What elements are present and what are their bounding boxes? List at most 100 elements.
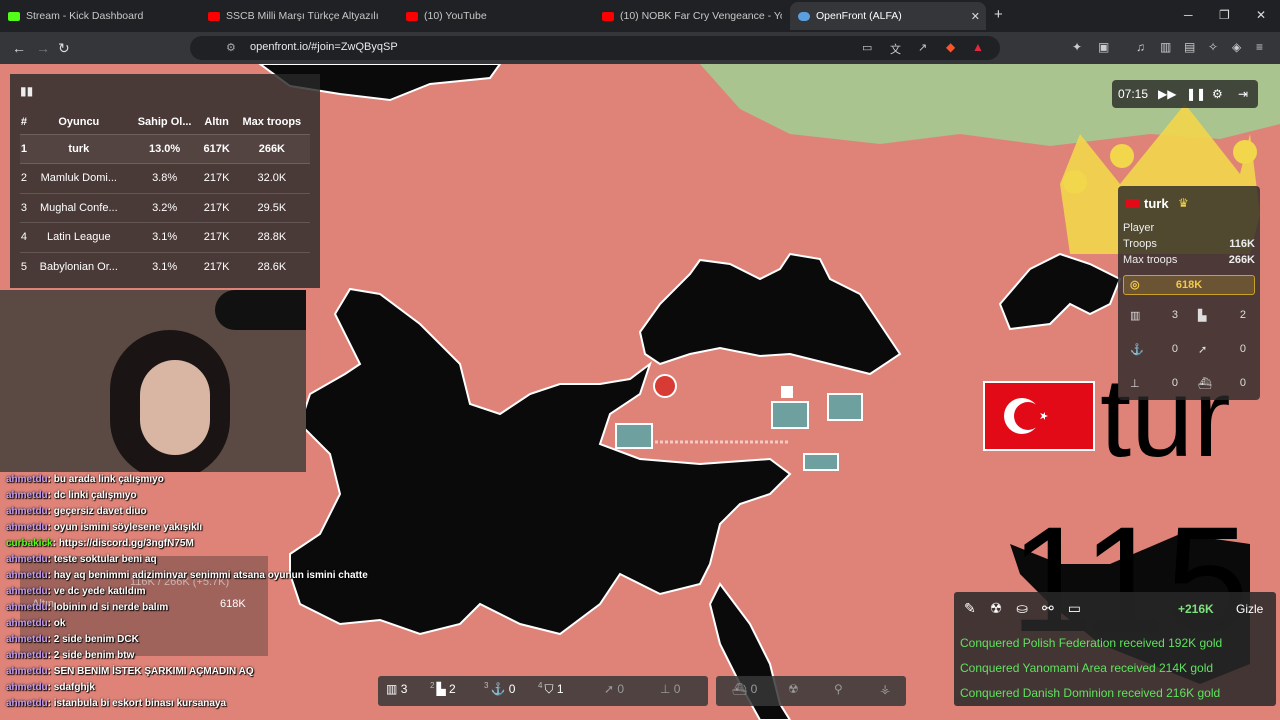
browser-tab-bar: Stream - Kick Dashboard SSCB Milli Marşı…: [0, 0, 1280, 32]
settings-icon[interactable]: ⚙: [1212, 87, 1223, 101]
hide-events-button[interactable]: Gizle: [1236, 602, 1263, 616]
tab-nobk[interactable]: (10) NOBK Far Cry Vengeance - YouT: [602, 4, 782, 28]
chat-message: ahmetdu: ok: [6, 618, 66, 629]
alliance-filter-icon[interactable]: ⚯: [1042, 600, 1068, 616]
attack-filter-icon[interactable]: ✎: [964, 600, 990, 616]
table-row[interactable]: 1 turk 13.0% 617K 266K: [20, 133, 310, 164]
table-row[interactable]: 4 Latin League 3.1% 217K 28.8K: [20, 222, 310, 252]
build-warship-button[interactable]: ⛴ 0: [732, 682, 757, 696]
tab-title: Stream - Kick Dashboard: [26, 10, 144, 22]
youtube-icon: [406, 11, 418, 21]
pause-icon[interactable]: ❚❚: [1186, 87, 1206, 101]
player-type: Player: [1123, 222, 1155, 234]
omnibox[interactable]: ⚙ openfront.io/#join=ZwQByqSP ▭ 文 ↗ ◆ ▲: [190, 36, 1000, 60]
leaderboard-table: # Oyuncu Sahip Ol... Altın Max troops 1 …: [20, 110, 310, 282]
caspian-sea: [998, 252, 1122, 331]
restore-icon[interactable]: ❐: [1219, 8, 1230, 22]
site-info-icon[interactable]: ⚙: [226, 41, 236, 54]
sidebar-icon[interactable]: ▥: [1160, 40, 1171, 54]
tab-youtube[interactable]: (10) YouTube: [406, 4, 596, 28]
nuke-filter-icon[interactable]: ☢: [990, 600, 1017, 616]
factory-icon: ▙: [1198, 310, 1207, 322]
back-icon[interactable]: ←: [12, 40, 26, 56]
brave-shield-icon[interactable]: ◆: [946, 40, 955, 54]
mirv-button[interactable]: ⚲: [834, 682, 843, 696]
col-gold[interactable]: Altın: [200, 110, 234, 134]
tab-title: (10) NOBK Far Cry Vengeance - YouT: [620, 10, 782, 22]
table-row[interactable]: 5 Babylonian Or... 3.1% 217K 28.6K: [20, 251, 310, 282]
exit-icon[interactable]: ⇥: [1238, 87, 1248, 101]
game-timer: 07:15: [1118, 87, 1149, 101]
hydrogen-bomb-button[interactable]: ⚶: [880, 682, 890, 696]
chat-message: ahmetdu: 2 side benim btw: [6, 650, 135, 661]
building-city: ▥ 3: [1130, 309, 1178, 322]
crown-icon: ♛: [1178, 196, 1189, 210]
chat-message: ahmetdu: lobinin ıd si nerde balım: [6, 602, 169, 613]
trade-filter-icon[interactable]: ⛀: [1016, 600, 1042, 616]
close-window-icon[interactable]: ✕: [1256, 8, 1266, 22]
tab-kick[interactable]: Stream - Kick Dashboard: [8, 4, 203, 28]
leaderboard-icon[interactable]: ▮▮: [20, 84, 33, 98]
extensions-icon[interactable]: ✦: [1072, 40, 1082, 54]
brave-rewards-icon[interactable]: ▲: [972, 40, 984, 54]
game-controls: 07:15 ▶▶ ❚❚ ⚙ ⇥: [1112, 80, 1258, 108]
tab-sscb[interactable]: SSCB Milli Marşı Türkçe Altyazılı: [208, 4, 403, 28]
music-icon[interactable]: ♫: [1136, 40, 1145, 54]
build-factory-button[interactable]: 2 ▙ 2: [430, 681, 456, 696]
crown-ball: [1063, 170, 1087, 194]
share-icon[interactable]: ↗: [918, 41, 927, 54]
col-owned[interactable]: Sahip Ol...: [130, 110, 200, 134]
wallet-icon[interactable]: ▣: [1098, 40, 1109, 54]
fast-forward-icon[interactable]: ▶▶: [1158, 87, 1176, 101]
tab-title: (10) YouTube: [424, 10, 487, 22]
minimize-icon[interactable]: ─: [1184, 8, 1193, 22]
youtube-icon: [602, 11, 614, 21]
building-warship: ⛴ 0: [1198, 377, 1246, 390]
tab-openfront[interactable]: OpenFront (ALFA) ✕: [790, 2, 986, 30]
translate-icon[interactable]: 文: [890, 41, 901, 57]
kick-icon: [8, 11, 20, 21]
forward-icon[interactable]: →: [36, 40, 50, 56]
chat-filter-icon[interactable]: ▭: [1068, 600, 1095, 616]
chat-message: ahmetdu: sdafghjk: [6, 682, 95, 693]
new-tab-button[interactable]: +: [994, 6, 1003, 23]
reload-icon[interactable]: ↻: [58, 40, 70, 57]
building-missile-silo: ➚ 0: [1198, 343, 1246, 356]
missile-silo-icon: ➚: [1198, 344, 1208, 356]
stream-chat: ahmetdu: bu arada link çalışmıyo ahmetdu…: [0, 472, 420, 720]
build-port-button[interactable]: 3 ⚓ 0: [484, 681, 515, 696]
cast-icon[interactable]: ▭: [862, 41, 872, 54]
build-city-button[interactable]: ▥ 3: [386, 682, 407, 696]
event-message: Conquered Danish Dominion received 216K …: [960, 686, 1221, 700]
url-text[interactable]: openfront.io/#join=ZwQByqSP: [250, 41, 398, 53]
build-defense-button[interactable]: 4 ⛉ 1: [538, 681, 564, 697]
city-structure: [771, 401, 809, 429]
col-rank: #: [20, 115, 28, 128]
col-max-troops[interactable]: Max troops: [234, 110, 310, 134]
city-structure: [827, 393, 863, 421]
globe-icon: [798, 11, 810, 21]
shield-icon: ⛉: [544, 682, 554, 696]
build-missile-button[interactable]: ➚ 0: [604, 682, 624, 696]
officer-hat: [215, 290, 306, 330]
wallet2-icon[interactable]: ▤: [1184, 40, 1195, 54]
chat-message: ahmetdu: 2 side benim DCK: [6, 634, 139, 645]
table-row[interactable]: 3 Mughal Confe... 3.2% 217K 29.5K: [20, 192, 310, 223]
col-player[interactable]: Oyuncu: [28, 110, 130, 134]
leaderboard-panel: ▮▮ # Oyuncu Sahip Ol... Altın Max troops…: [10, 74, 320, 288]
hydrogen-icon: ⚶: [880, 682, 891, 696]
close-tab-icon[interactable]: ✕: [971, 10, 980, 23]
leo-icon[interactable]: ✧: [1208, 40, 1218, 54]
build-sam-button[interactable]: ⊥ 0: [660, 682, 680, 696]
nuke-button[interactable]: ☢: [788, 682, 799, 696]
warship-icon: ⛴: [1198, 378, 1212, 390]
city-icon: ▥: [1130, 310, 1141, 322]
vpn-icon[interactable]: ◈: [1232, 40, 1241, 54]
chat-message: ahmetdu: SEN BENİM İSTEK ŞARKIMI AÇMADIN…: [6, 666, 254, 677]
factory-icon: ▙: [436, 682, 446, 696]
table-row[interactable]: 2 Mamluk Domi... 3.8% 217K 32.0K: [20, 163, 310, 193]
menu-icon[interactable]: ≡: [1256, 40, 1263, 54]
warship-icon: ⛴: [732, 682, 748, 696]
chat-message: ahmetdu: dc linki çalışmıyo: [6, 490, 137, 501]
chat-message: ahmetdu: hay aq benimmi adiziminvar seni…: [6, 570, 368, 581]
